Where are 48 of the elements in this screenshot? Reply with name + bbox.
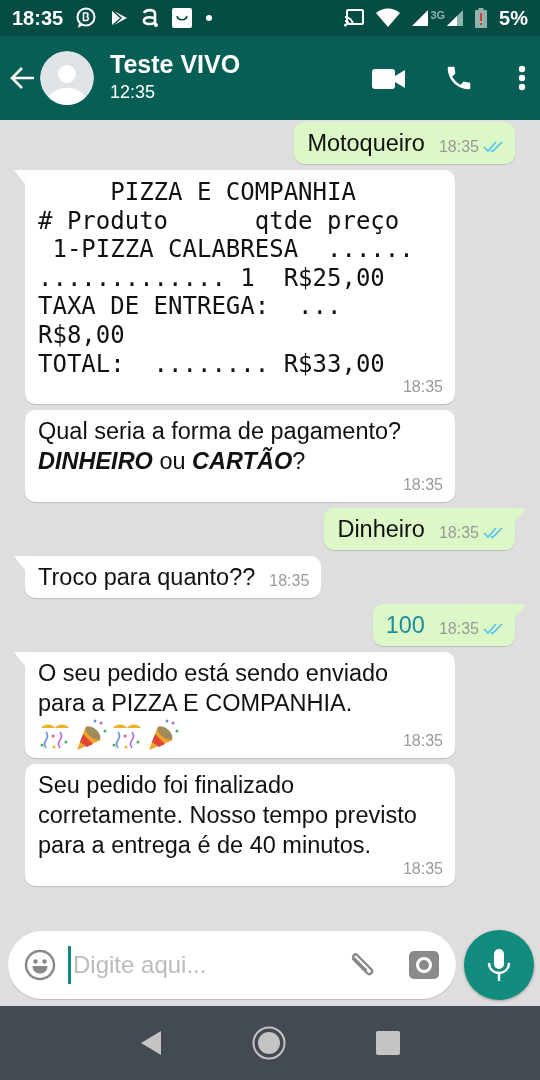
- video-call-button[interactable]: [372, 66, 406, 90]
- chat-b-icon: [75, 7, 98, 29]
- shopping-bag-icon: [171, 7, 194, 29]
- message-bubble[interactable]: PIZZA E COMPANHIA # Produto qtde preço 1-PIZZA CALABRESA ...... ............. 1 R$25,00 TAXA DE ENTREGA: ... R$8,00 TOTAL: ........ R$33,00 18:35: [25, 170, 455, 405]
- message-text: Troco para quanto??: [38, 563, 256, 593]
- signal-icon: [412, 10, 429, 26]
- signal-icon: [447, 10, 464, 26]
- avatar-icon: [40, 51, 94, 105]
- message-field[interactable]: Digite aqui...: [8, 931, 456, 999]
- microphone-button[interactable]: [464, 930, 534, 1000]
- app-glyph-icon: [141, 8, 160, 28]
- message-text: Motoqueiro: [307, 129, 425, 158]
- microphone-icon: [486, 948, 512, 982]
- back-button[interactable]: [10, 51, 94, 105]
- message-bubble[interactable]: Seu pedido foi finalizado corretamente. Nosso tempo previsto para a entrega é de 40 minutos. 18:35: [25, 764, 455, 887]
- message-text: Seu pedido foi finalizado corretamente. Nosso tempo previsto para a entrega é de 40 minutos.: [38, 771, 418, 861]
- back-nav-icon[interactable]: [140, 1030, 162, 1056]
- contact-name[interactable]: Teste VIVO: [110, 50, 241, 79]
- status-time: 18:35: [12, 6, 64, 31]
- battery-low-icon: [475, 8, 488, 28]
- message-time: 18:35: [269, 572, 310, 591]
- cast-icon: [344, 9, 365, 27]
- back-arrow-icon: [10, 66, 36, 90]
- message-time: 18:35: [438, 524, 479, 543]
- message-time: 18:35: [402, 732, 443, 751]
- message-bubble[interactable]: Qual seria a forma de pagamento? DINHEIRO ou CARTÃO? 18:35: [25, 410, 455, 503]
- last-seen-time: 12:35: [110, 81, 157, 104]
- camera-icon[interactable]: [408, 950, 440, 980]
- network-type: 3G: [430, 10, 446, 21]
- message-bubble[interactable]: Dinheiro 18:35: [324, 508, 515, 551]
- message-time: 18:35: [438, 620, 479, 639]
- message-time: 18:35: [438, 138, 479, 156]
- wifi-icon: [376, 8, 401, 28]
- emoji-icon[interactable]: [24, 949, 56, 981]
- message-bubble[interactable]: O seu pedido está sendo enviado para a PIZZA E COMPANHIA. 18:35: [25, 652, 455, 759]
- dot-icon: [205, 14, 214, 22]
- message-time: 18:35: [402, 860, 443, 879]
- battery-percent: 5%: [499, 6, 528, 31]
- menu-button[interactable]: [518, 65, 526, 91]
- message-bubble[interactable]: Motoqueiro 18:35: [294, 122, 515, 164]
- message-text: Dinheiro: [337, 515, 425, 545]
- receipt-text: PIZZA E COMPANHIA # Produto qtde preço 1-PIZZA CALABRESA ...... ............. 1 R$25,00 TAXA DE ENTREGA: ... R$8,00 TOTAL: ........ R$33,00: [38, 177, 415, 379]
- message-time: 18:35: [402, 378, 443, 397]
- message-text: Qual seria a forma de pagamento? DINHEIRO ou CARTÃO?: [38, 417, 403, 477]
- message-bubble[interactable]: Troco para quanto?? 18:35: [25, 556, 322, 599]
- message-time: 18:35: [402, 476, 443, 495]
- message-text: O seu pedido está sendo enviado para a PIZZA E COMPANHIA.: [38, 659, 390, 719]
- home-nav-icon[interactable]: [252, 1026, 286, 1060]
